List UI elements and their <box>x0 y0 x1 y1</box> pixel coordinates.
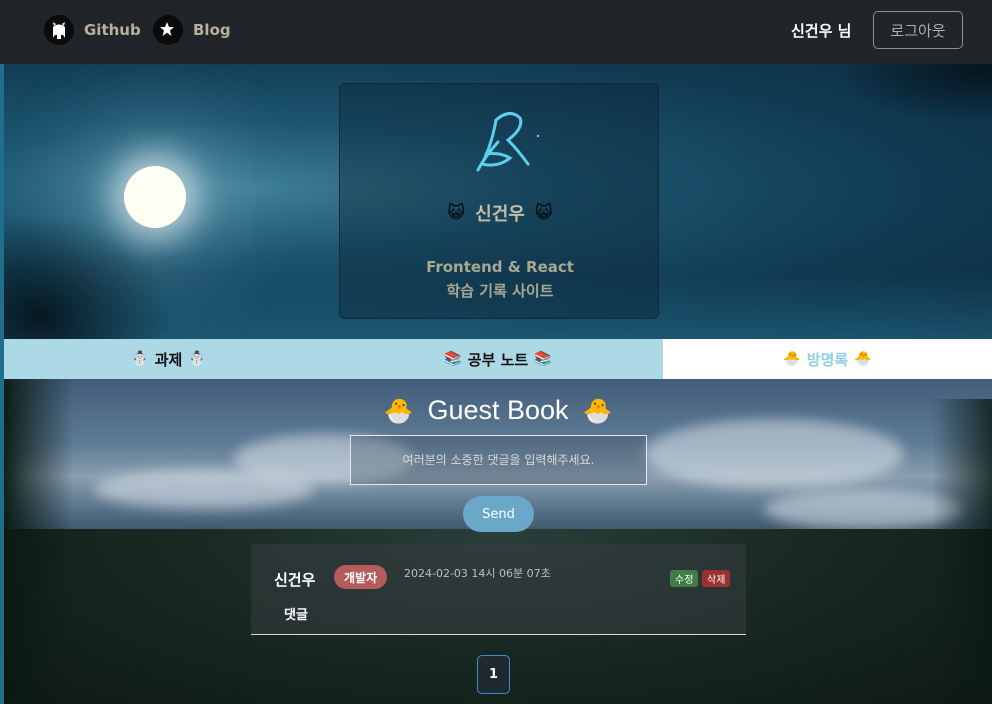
guestbook-section: 🐣 Guest Book 🐣 Send 신건우 개발자 2024-02-03 1… <box>4 379 992 704</box>
profile-name: 신건우 <box>475 204 525 225</box>
tab-study-notes[interactable]: 📚 공부 노트 📚 <box>333 339 663 379</box>
tab-label: 방명록 <box>806 350 849 369</box>
snowman-icon: ☃️ <box>188 351 206 367</box>
cloud-bg <box>644 419 904 489</box>
tab-assignments[interactable]: ☃️ 과제 ☃️ <box>4 339 333 379</box>
pagination-page-button[interactable]: 1 <box>477 655 510 694</box>
comment-input[interactable] <box>350 435 647 485</box>
tab-guestbook[interactable]: 🐣 방명록 🐣 <box>663 339 992 379</box>
profile-card: 😺 신건우 😺 Frontend & React 학습 기록 사이트 <box>339 83 659 319</box>
profile-name-row: 😺 신건우 😺 <box>340 200 660 226</box>
hero-tree-left <box>4 214 174 340</box>
role-badge: 개발자 <box>334 565 388 589</box>
profile-subtitle-1: Frontend & React <box>426 258 574 276</box>
foliage-left <box>4 379 74 704</box>
github-label: Github <box>84 21 141 39</box>
books-icon: 📚 <box>534 351 552 367</box>
profile-subtitle-2: 학습 기록 사이트 <box>446 282 554 300</box>
hero-tree-right <box>832 64 992 124</box>
delete-button[interactable]: 삭제 <box>702 570 731 587</box>
blog-link[interactable]: Blog <box>153 14 231 46</box>
moon-image <box>124 166 186 228</box>
logout-button[interactable]: 로그아웃 <box>873 11 963 49</box>
foliage-right <box>932 399 992 704</box>
hero-banner: 😺 신건우 😺 Frontend & React 학습 기록 사이트 <box>4 64 992 340</box>
star-badge-icon <box>153 15 183 45</box>
comment-date: 2024-02-03 14시 06분 07초 <box>404 567 551 580</box>
top-navbar: Github Blog 신건우 님 로그아웃 <box>0 0 992 64</box>
signature-logo-icon <box>470 98 550 182</box>
tab-label: 과제 <box>154 350 183 369</box>
edit-button[interactable]: 수정 <box>670 570 699 587</box>
chick-icon: 🐣 <box>783 351 801 367</box>
chick-icon: 🐣 <box>854 351 872 367</box>
user-greeting: 신건우 님 <box>791 22 852 40</box>
guestbook-title: Guest Book <box>427 395 569 425</box>
github-icon <box>44 15 74 45</box>
chick-icon: 🐣 <box>582 396 613 425</box>
send-button[interactable]: Send <box>463 496 534 532</box>
cloud-bg <box>94 469 314 509</box>
comment-author: 신건우 <box>274 571 316 589</box>
guestbook-title-row: 🐣 Guest Book 🐣 <box>4 395 992 426</box>
books-icon: 📚 <box>444 351 462 367</box>
comment-body: 댓글 <box>284 608 308 623</box>
github-link[interactable]: Github <box>44 14 141 46</box>
snowman-icon: ☃️ <box>131 351 149 367</box>
section-tabs: ☃️ 과제 ☃️ 📚 공부 노트 📚 🐣 방명록 🐣 <box>4 339 992 379</box>
chick-icon: 🐣 <box>383 396 414 425</box>
tab-label: 공부 노트 <box>467 350 529 369</box>
cat-face-icon: 😺 <box>447 202 466 223</box>
cat-face-icon: 😺 <box>534 202 553 223</box>
blog-label: Blog <box>193 21 231 39</box>
comment-item: 신건우 개발자 2024-02-03 14시 06분 07초 수정 삭제 댓글 <box>251 544 746 635</box>
